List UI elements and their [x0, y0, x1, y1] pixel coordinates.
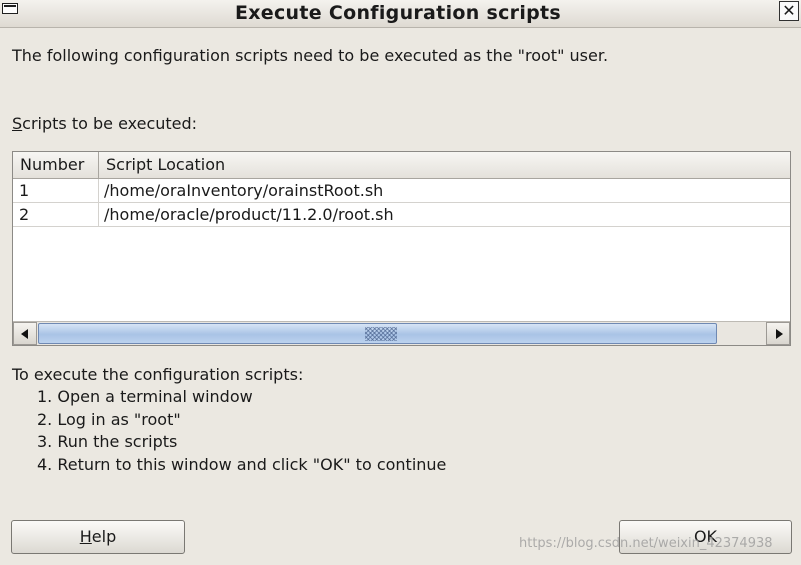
- execute-configuration-scripts-dialog: Execute Configuration scripts ✕ The foll…: [0, 0, 801, 565]
- scroll-left-button[interactable]: [13, 322, 37, 345]
- scripts-table[interactable]: Number Script Location 1 /home/oraInvent…: [12, 151, 791, 346]
- window-title: Execute Configuration scripts: [234, 2, 562, 24]
- arrow-right-icon: [776, 329, 783, 339]
- instruction-step: 3. Run the scripts: [37, 432, 178, 451]
- close-button[interactable]: ✕: [779, 1, 799, 21]
- scripts-label-mnemonic: S: [12, 114, 23, 133]
- arrow-left-icon: [21, 329, 28, 339]
- table-header: Number Script Location: [13, 152, 790, 179]
- cell-script-location: /home/oracle/product/11.2.0/root.sh: [104, 205, 394, 224]
- help-button-mnemonic: H: [79, 527, 92, 546]
- scroll-right-button[interactable]: [766, 322, 790, 345]
- table-row[interactable]: 1 /home/oraInventory/orainstRoot.sh: [13, 179, 790, 203]
- table-row[interactable]: 2 /home/oracle/product/11.2.0/root.sh: [13, 203, 790, 227]
- cell-script-location: /home/oraInventory/orainstRoot.sh: [104, 181, 384, 200]
- instruction-step: 4. Return to this window and click "OK" …: [37, 455, 447, 474]
- instruction-step: 1. Open a terminal window: [37, 387, 253, 406]
- instructions-heading: To execute the configuration scripts:: [12, 365, 304, 384]
- cell-number: 2: [13, 203, 99, 226]
- help-button[interactable]: Help: [11, 520, 185, 554]
- cell-number: 1: [13, 179, 99, 202]
- watermark: https://blog.csdn.net/weixin_42374938: [519, 536, 773, 551]
- intro-text: The following configuration scripts need…: [12, 46, 609, 65]
- scrollbar-thumb[interactable]: [38, 323, 717, 344]
- scripts-label: Scripts to be executed:: [12, 114, 197, 133]
- horizontal-scrollbar[interactable]: [13, 321, 790, 345]
- close-icon: ✕: [782, 1, 796, 20]
- column-header-number[interactable]: Number: [13, 152, 99, 178]
- column-header-script-location[interactable]: Script Location: [99, 152, 790, 178]
- instruction-step: 2. Log in as "root": [37, 410, 181, 429]
- grip-icon: [365, 327, 397, 341]
- scripts-label-text: cripts to be executed:: [22, 114, 198, 133]
- help-button-label: elp: [91, 527, 117, 546]
- title-bar: Execute Configuration scripts ✕: [0, 0, 801, 28]
